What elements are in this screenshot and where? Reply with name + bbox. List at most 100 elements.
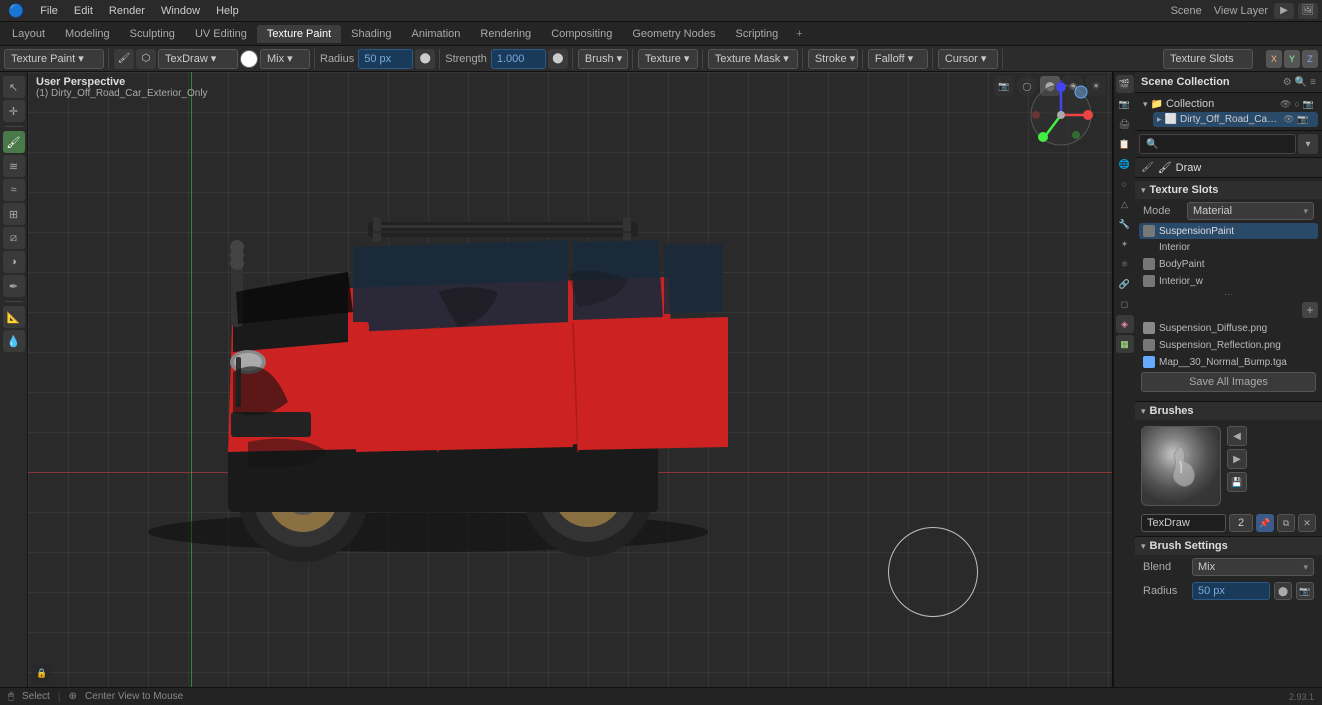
bs-radius-input[interactable]: 50 px <box>1192 582 1270 600</box>
bs-radius-icon2[interactable]: 📷 <box>1296 582 1314 600</box>
exclude-icon[interactable]: ○ <box>1294 99 1299 110</box>
tab-rendering[interactable]: Rendering <box>470 25 541 43</box>
xyz-toggle[interactable]: X Y Z <box>1266 50 1318 68</box>
texture-dropdown[interactable]: Texture▾ <box>638 49 698 69</box>
texture-slots-header[interactable]: ▾ Texture Slots <box>1135 181 1322 199</box>
texture-mask-dropdown[interactable]: Texture Mask▾ <box>708 49 798 69</box>
viewport[interactable]: User Perspective (1) Dirty_Off_Road_Car_… <box>28 72 1112 687</box>
strength-icon[interactable]: ⬤ <box>548 49 568 69</box>
stroke-dropdown[interactable]: Stroke▾ <box>808 49 858 69</box>
brush-icon-2[interactable]: ⬡ <box>136 49 156 69</box>
obj-render-icon[interactable]: 📷 <box>1297 114 1308 125</box>
eyedropper-tool[interactable]: 💧 <box>3 330 25 352</box>
radius-icon[interactable]: ⬤ <box>415 49 435 69</box>
properties-search-input[interactable]: 🔍 <box>1139 134 1296 154</box>
brush-next-btn[interactable]: ▶ <box>1227 449 1247 469</box>
rp-particle-icon[interactable]: ✦ <box>1116 235 1134 253</box>
texture-slots-btn[interactable]: Texture Slots <box>1163 49 1253 69</box>
cursor-dropdown[interactable]: Cursor▾ <box>938 49 998 69</box>
object-row[interactable]: ▸ ⬜ Dirty_Off_Road_Car_Exte... 👁 📷 <box>1153 112 1318 127</box>
falloff-dropdown[interactable]: Falloff▾ <box>868 49 928 69</box>
rp-tex-icon[interactable]: ▦ <box>1116 335 1134 353</box>
slot-body-paint[interactable]: BodyPaint <box>1139 256 1318 272</box>
smear-tool[interactable]: ≈ <box>3 179 25 201</box>
tab-shading[interactable]: Shading <box>341 25 401 43</box>
rp-obj-icon[interactable]: △ <box>1116 195 1134 213</box>
menu-render[interactable]: Render <box>101 3 153 19</box>
tab-animation[interactable]: Animation <box>402 25 471 43</box>
mask-tool[interactable]: ◑ <box>3 251 25 273</box>
tab-uv-editing[interactable]: UV Editing <box>185 25 257 43</box>
brush-name-display[interactable]: TexDraw <box>1141 514 1226 532</box>
visibility-icon[interactable]: 👁 <box>1280 99 1291 110</box>
brush-copy-btn[interactable]: ⧉ <box>1277 514 1295 532</box>
filter-btn2[interactable]: 🔍 <box>1295 77 1307 88</box>
strength-input[interactable]: 1.000 <box>491 49 546 69</box>
bs-radius-icon1[interactable]: ⬤ <box>1274 582 1292 600</box>
menu-file[interactable]: File <box>32 3 66 19</box>
rp-scene2-icon[interactable]: 🌐 <box>1116 155 1134 173</box>
tex-normal-bump[interactable]: Map__30_Normal_Bump.tga <box>1139 354 1318 370</box>
slot-interior-w[interactable]: Interior_w <box>1139 273 1318 289</box>
viewport-gizmo[interactable]: X Y Z <box>1026 80 1096 150</box>
brushes-header[interactable]: ▾ Brushes <box>1135 401 1322 420</box>
slot-suspension-paint[interactable]: SuspensionPaint <box>1139 223 1318 239</box>
radius-input[interactable]: 50 px <box>358 49 413 69</box>
tab-layout[interactable]: Layout <box>2 25 55 43</box>
tab-add[interactable]: + <box>788 25 810 43</box>
brush-name-dropdown[interactable]: TexDraw▾ <box>158 49 238 69</box>
viewport-lock-btn[interactable]: 🔒 <box>32 663 52 683</box>
tab-compositing[interactable]: Compositing <box>541 25 622 43</box>
brush-settings-header[interactable]: ▾ Brush Settings <box>1135 537 1322 555</box>
mode-dropdown[interactable]: Texture Paint ▾ <box>4 49 104 69</box>
rp-data-icon[interactable]: ◻ <box>1116 295 1134 313</box>
brush-icon-1[interactable]: 🖌 <box>114 49 134 69</box>
tab-geometry-nodes[interactable]: Geometry Nodes <box>622 25 725 43</box>
save-all-images-btn[interactable]: Save All Images <box>1141 372 1316 392</box>
menu-window[interactable]: Window <box>153 3 208 19</box>
obj-visibility-icon[interactable]: 👁 <box>1283 114 1294 125</box>
vp-camera-icon[interactable]: 📷 <box>994 76 1014 96</box>
tab-sculpting[interactable]: Sculpting <box>120 25 185 43</box>
blender-logo[interactable]: 🔵 <box>0 3 32 19</box>
tab-scripting[interactable]: Scripting <box>725 25 788 43</box>
filter-btn3[interactable]: ≡ <box>1310 77 1316 88</box>
rp-modifier-icon[interactable]: 🔧 <box>1116 215 1134 233</box>
menu-help[interactable]: Help <box>208 3 247 19</box>
add-texture-btn[interactable]: + <box>1302 302 1318 318</box>
brush-delete-btn[interactable]: ✕ <box>1298 514 1316 532</box>
tex-suspension-diffuse[interactable]: Suspension_Diffuse.png <box>1139 320 1318 336</box>
tab-texture-paint[interactable]: Texture Paint <box>257 25 341 43</box>
filter-btn[interactable]: ⚙ <box>1283 77 1292 88</box>
render-btn[interactable]: ▶ <box>1274 3 1294 19</box>
draw-tool[interactable]: 🖌 <box>3 131 25 153</box>
annotate-tool[interactable]: ✒ <box>3 275 25 297</box>
menu-edit[interactable]: Edit <box>66 3 101 19</box>
tex-suspension-reflection[interactable]: Suspension_Reflection.png <box>1139 337 1318 353</box>
rp-constraint-icon[interactable]: 🔗 <box>1116 275 1134 293</box>
measure-tool[interactable]: 📐 <box>3 306 25 328</box>
rp-output-icon[interactable]: 🖨 <box>1116 115 1134 133</box>
render-hide-icon[interactable]: 📷 <box>1303 99 1314 110</box>
brush-dropdown[interactable]: Brush▾ <box>578 49 628 69</box>
rp-view-icon[interactable]: 📋 <box>1116 135 1134 153</box>
slot-interior[interactable]: Interior <box>1139 240 1318 255</box>
cursor-tool[interactable]: ✛ <box>3 100 25 122</box>
clone-tool[interactable]: ⊞ <box>3 203 25 225</box>
ts-mode-dropdown[interactable]: Material ▾ <box>1187 202 1314 220</box>
collection-row[interactable]: ▾ 📁 Collection 👁 ○ 📷 <box>1139 96 1318 112</box>
bs-blend-dropdown[interactable]: Mix ▾ <box>1192 558 1314 576</box>
rp-render-icon[interactable]: 📷 <box>1116 95 1134 113</box>
blend-dropdown[interactable]: Mix▾ <box>260 49 310 69</box>
rp-scene-icon[interactable]: 🎬 <box>1116 75 1134 93</box>
rp-physics-icon[interactable]: ⚛ <box>1116 255 1134 273</box>
rp-world-icon[interactable]: ○ <box>1116 175 1134 193</box>
brush-pin-btn[interactable]: 📌 <box>1256 514 1274 532</box>
brush-save-btn[interactable]: 💾 <box>1227 472 1247 492</box>
white-swatch[interactable] <box>240 50 258 68</box>
soften-tool[interactable]: ≋ <box>3 155 25 177</box>
properties-filter-btn[interactable]: ▾ <box>1298 134 1318 154</box>
brush-prev-btn[interactable]: ◀ <box>1227 426 1247 446</box>
fill-tool[interactable]: ⧄ <box>3 227 25 249</box>
render-img-btn[interactable]: 🖼 <box>1298 3 1318 19</box>
